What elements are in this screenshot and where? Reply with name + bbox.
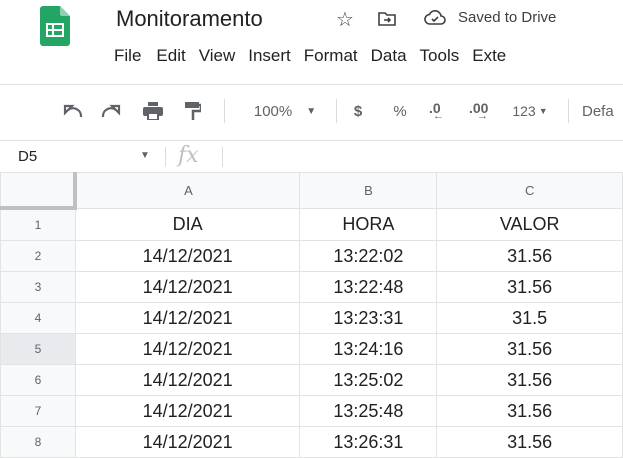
cell-dia[interactable]: 14/12/2021 <box>74 364 301 396</box>
table-row: 1 DIA HORA VALOR <box>0 207 623 241</box>
cell-dia[interactable]: 14/12/2021 <box>74 302 301 334</box>
menu-insert[interactable]: Insert <box>248 46 291 70</box>
toolbar: 100% ▼ $ % .0 ← .00 → 123 ▼ Defa <box>0 84 623 137</box>
cell-hora[interactable]: 13:25:48 <box>299 395 438 427</box>
select-all-corner[interactable] <box>0 172 78 210</box>
menu-edit[interactable]: Edit <box>156 46 185 70</box>
chevron-down-icon: ▼ <box>538 106 548 116</box>
cell-dia[interactable]: DIA <box>74 207 301 241</box>
cell-dia[interactable]: 14/12/2021 <box>74 271 301 303</box>
cell-valor[interactable]: 31.56 <box>436 364 623 396</box>
cell-hora[interactable]: 13:22:02 <box>299 240 438 272</box>
decrease-decimal-button[interactable]: .0 ← <box>424 85 454 137</box>
arrow-left-icon: ← <box>433 110 444 122</box>
row-header[interactable]: 8 <box>0 426 76 458</box>
row-header[interactable]: 6 <box>0 364 76 396</box>
cell-dia[interactable]: 14/12/2021 <box>74 395 301 427</box>
document-title[interactable]: Monitoramento <box>116 6 263 32</box>
cell-dia[interactable]: 14/12/2021 <box>74 240 301 272</box>
cell-dia[interactable]: 14/12/2021 <box>74 333 301 365</box>
print-icon[interactable] <box>138 85 168 137</box>
column-header-b[interactable]: B <box>299 172 438 209</box>
zoom-select[interactable]: 100% ▼ <box>240 85 330 137</box>
cell-hora[interactable]: 13:23:31 <box>299 302 438 334</box>
more-formats-label: 123 <box>512 103 536 119</box>
sheet-table: A B C 1 DIA HORA VALOR 2 14/12/2021 13:2… <box>0 172 623 458</box>
paint-format-icon[interactable] <box>178 85 208 137</box>
menu-data[interactable]: Data <box>371 46 407 70</box>
increase-decimal-button[interactable]: .00 → <box>464 85 498 137</box>
menu-view[interactable]: View <box>199 46 236 70</box>
format-currency-button[interactable]: $ <box>346 85 370 137</box>
table-row: 7 14/12/2021 13:25:48 31.56 <box>0 395 623 427</box>
row-header[interactable]: 3 <box>0 271 76 303</box>
menu-extensions[interactable]: Exte <box>472 46 506 70</box>
table-row: 8 14/12/2021 13:26:31 31.56 <box>0 426 623 458</box>
table-row: 3 14/12/2021 13:22:48 31.56 <box>0 271 623 303</box>
row-header[interactable]: 2 <box>0 240 76 272</box>
cell-hora[interactable]: HORA <box>299 207 438 241</box>
cell-valor[interactable]: 31.56 <box>436 333 623 365</box>
table-row: 6 14/12/2021 13:25:02 31.56 <box>0 364 623 396</box>
table-row: 2 14/12/2021 13:22:02 31.56 <box>0 240 623 272</box>
row-header[interactable]: 1 <box>0 207 76 241</box>
fx-icon: fx <box>178 143 199 168</box>
cell-valor[interactable]: 31.56 <box>436 271 623 303</box>
cell-valor[interactable]: 31.5 <box>436 302 623 334</box>
redo-icon[interactable] <box>96 85 126 137</box>
more-formats-button[interactable]: 123 ▼ <box>504 85 556 137</box>
row-header[interactable]: 5 <box>0 333 76 365</box>
spreadsheet-grid: A B C 1 DIA HORA VALOR 2 14/12/2021 13:2… <box>0 172 623 458</box>
cell-valor[interactable]: 31.56 <box>436 395 623 427</box>
cell-valor[interactable]: 31.56 <box>436 426 623 458</box>
format-percent-button[interactable]: % <box>388 85 412 137</box>
chevron-down-icon[interactable]: ▼ <box>140 150 150 161</box>
cell-hora[interactable]: 13:22:48 <box>299 271 438 303</box>
table-row: 5 14/12/2021 13:24:16 31.56 <box>0 333 623 365</box>
menu-bar: File Edit View Insert Format Data Tools … <box>114 46 519 70</box>
arrow-right-icon: → <box>477 110 488 122</box>
cell-hora[interactable]: 13:24:16 <box>299 333 438 365</box>
cell-valor[interactable]: VALOR <box>436 207 623 241</box>
cloud-saved-icon[interactable] <box>424 9 446 25</box>
row-header[interactable]: 7 <box>0 395 76 427</box>
font-select[interactable]: Defa <box>582 85 623 137</box>
star-icon[interactable]: ☆ <box>336 7 354 32</box>
move-to-folder-icon[interactable] <box>378 10 396 26</box>
table-row: 4 14/12/2021 13:23:31 31.5 <box>0 302 623 334</box>
column-header-c[interactable]: C <box>436 172 623 209</box>
save-status[interactable]: Saved to Drive <box>458 9 556 26</box>
cell-hora[interactable]: 13:25:02 <box>299 364 438 396</box>
menu-format[interactable]: Format <box>304 46 358 70</box>
name-box[interactable]: D5 <box>18 148 37 165</box>
menu-file[interactable]: File <box>114 46 141 70</box>
row-header[interactable]: 4 <box>0 302 76 334</box>
zoom-value: 100% <box>253 102 293 120</box>
chevron-down-icon: ▼ <box>306 105 317 117</box>
formula-bar: D5 ▼ fx <box>0 140 623 173</box>
cell-dia[interactable]: 14/12/2021 <box>74 426 301 458</box>
column-header-row: A B C <box>0 172 623 210</box>
undo-icon[interactable] <box>58 85 88 137</box>
cell-hora[interactable]: 13:26:31 <box>299 426 438 458</box>
menu-tools[interactable]: Tools <box>420 46 460 70</box>
cell-valor[interactable]: 31.56 <box>436 240 623 272</box>
sheets-logo-icon[interactable] <box>40 6 80 60</box>
column-header-a[interactable]: A <box>74 172 301 209</box>
